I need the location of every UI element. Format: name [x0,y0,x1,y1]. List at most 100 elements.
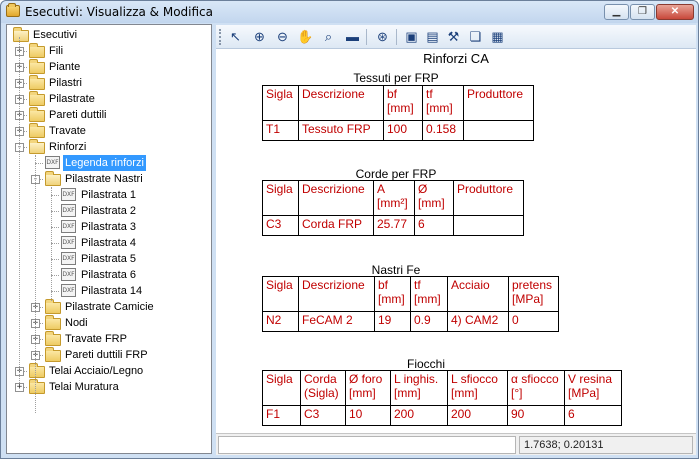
copy-icon[interactable]: ❏ [466,28,485,46]
dxf-file-icon: DXF [61,252,76,265]
close-button[interactable]: ✕ [656,4,694,20]
tree-item[interactable]: + Piante [7,59,211,75]
table-cell: 6 [564,405,622,426]
tree-item-label: Pilastrata 4 [81,237,137,249]
tree-item[interactable]: + Travate [7,123,211,139]
zoom-window-icon[interactable]: ⌕ [319,28,338,46]
tree-item[interactable]: DXF Pilastrata 14 [7,283,211,299]
expand-icon[interactable]: + [15,383,24,392]
dxf-file-icon: DXF [61,188,76,201]
tree-item[interactable]: + Fili [7,43,211,59]
settings-tools-icon[interactable]: ⚒ [444,28,463,46]
table-header-cell: Descrizione [298,85,384,121]
folder-icon [29,91,45,106]
tree-item[interactable]: DXF Pilastrata 1 [7,187,211,203]
table-header-cell: Descrizione [298,180,374,216]
tree-item[interactable]: + Travate FRP [7,331,211,347]
tree-item[interactable]: DXF Pilastrata 5 [7,251,211,267]
folder-app-icon [6,3,20,17]
tree-item[interactable]: DXF Legenda rinforzi [7,155,211,171]
table-cell: C3 [262,215,299,236]
zoom-out-icon[interactable]: ⊖ [273,28,292,46]
tree-item[interactable]: DXF Pilastrata 6 [7,267,211,283]
data-table: Sigla Descrizione bf [mm] tf [mm] Produttore T1… [262,85,534,141]
table-cell: N2 [262,311,299,332]
table-header-cell: Sigla [262,85,299,121]
maximize-button[interactable]: ❐ [630,4,655,20]
tree-view[interactable]: Esecutivi + Fili + Piante + Pilastri + Pilastra… [6,24,212,454]
drawing-canvas[interactable]: Rinforzi CA Tessuti per FRP Sigla Descrizi… [216,49,696,433]
tree-item[interactable]: + Nodi [7,315,211,331]
tree-item-label: Rinforzi [49,141,87,153]
tree-item[interactable]: + Telai Muratura [7,379,211,395]
tree-item-label: Pareti duttili FRP [65,349,148,361]
pan-hand-icon[interactable]: ✋ [296,28,315,46]
folder-icon [45,347,61,362]
section-title: Corde per FRP [355,167,437,181]
table-cell: 19 [374,311,411,332]
pointer-icon[interactable]: ↖ [226,28,245,46]
tree-item[interactable]: + Pareti duttili [7,107,211,123]
toolbar: ↖ ⊕ ⊖ ✋ ⌕ ▬ ⊛ ▣ ▤ ⚒ ❏ ▦ [216,25,696,49]
table-cell: 0.158 [422,120,464,141]
tree-item-label: Telai Muratura [49,381,119,393]
table-header-cell: Produttore [453,180,524,216]
title-bar[interactable]: Esecutivi: Visualizza & Modifica ▁ ❐ ✕ [1,1,698,23]
folder-icon [29,123,45,138]
table-cell: 6 [414,215,454,236]
table-cell: 200 [390,405,448,426]
tree-item[interactable]: + Pareti duttili FRP [7,347,211,363]
data-table: Sigla Descrizione A [mm²] Ø [mm] Produttore C3 C… [262,180,524,236]
folder-open-icon [13,27,29,42]
table-cell: F1 [262,405,301,426]
folder-icon [45,331,61,346]
save-icon[interactable]: ▣ [402,28,421,46]
tree-item-label: Pilastrata 14 [81,285,143,297]
folder-icon [29,43,45,58]
folder-icon [29,379,45,394]
tree-guide-line [35,155,36,413]
paste-icon[interactable]: ▦ [488,28,507,46]
table-header-cell: bf [mm] [383,85,423,121]
window-title: Esecutivi: Visualizza & Modifica [25,5,214,19]
tree-item[interactable]: DXF Pilastrata 4 [7,235,211,251]
folder-icon [45,299,61,314]
data-table: Sigla Corda (Sigla) Ø foro [mm] L inghis. [mm]… [262,370,622,426]
tree-item[interactable]: - Rinforzi [7,139,211,155]
tree-item-label: Pilastrate [49,93,95,105]
tree-item[interactable]: + Pilastrate Camicie [7,299,211,315]
table-header-row: Sigla Descrizione A [mm²] Ø [mm] Produttore [262,180,524,216]
minimize-button[interactable]: ▁ [604,4,629,20]
zoom-in-icon[interactable]: ⊕ [250,28,269,46]
dxf-file-icon: DXF [61,236,76,249]
tree-item-label: Pilastrata 3 [81,221,137,233]
tree-item[interactable]: DXF Pilastrata 2 [7,203,211,219]
table-cell: T1 [262,120,299,141]
tree-item-label: Legenda rinforzi [63,155,146,171]
dxf-file-icon: DXF [61,204,76,217]
table-header-cell: Sigla [262,180,299,216]
tree-item-label: Pilastrata 6 [81,269,137,281]
folder-icon [29,363,45,378]
table-header-cell: A [mm²] [373,180,415,216]
toolbar-grip[interactable] [219,29,222,45]
tree-guide-line [51,187,52,301]
tree-item[interactable]: DXF Pilastrata 3 [7,219,211,235]
tree-item-label: Travate [49,125,86,137]
measure-ruler-icon[interactable]: ▬ [343,28,362,46]
tree-item[interactable]: + Telai Acciaio/Legno [7,363,211,379]
data-table: Sigla Descrizione bf [mm] tf [mm] Acciaio prete… [262,276,559,332]
table-header-row: Sigla Corda (Sigla) Ø foro [mm] L inghis. [mm]… [262,370,622,406]
status-message [218,436,516,454]
tree-item[interactable]: - Pilastrate Nastri [7,171,211,187]
tree-item-label: Pilastri [49,77,83,89]
table-row: C3 Corda FRP 25.77 6 [262,215,524,236]
table-cell: 90 [507,405,565,426]
save-as-icon[interactable]: ▤ [423,28,442,46]
tree-item[interactable]: + Pilastrate [7,91,211,107]
tree-item-label: Pilastrata 1 [81,189,137,201]
tree-item[interactable]: + Pilastri [7,75,211,91]
tree-root-label: Esecutivi [33,29,78,41]
tree-item-label: Pilastrate Camicie [65,301,154,313]
zoom-extents-icon[interactable]: ⊛ [373,28,392,46]
